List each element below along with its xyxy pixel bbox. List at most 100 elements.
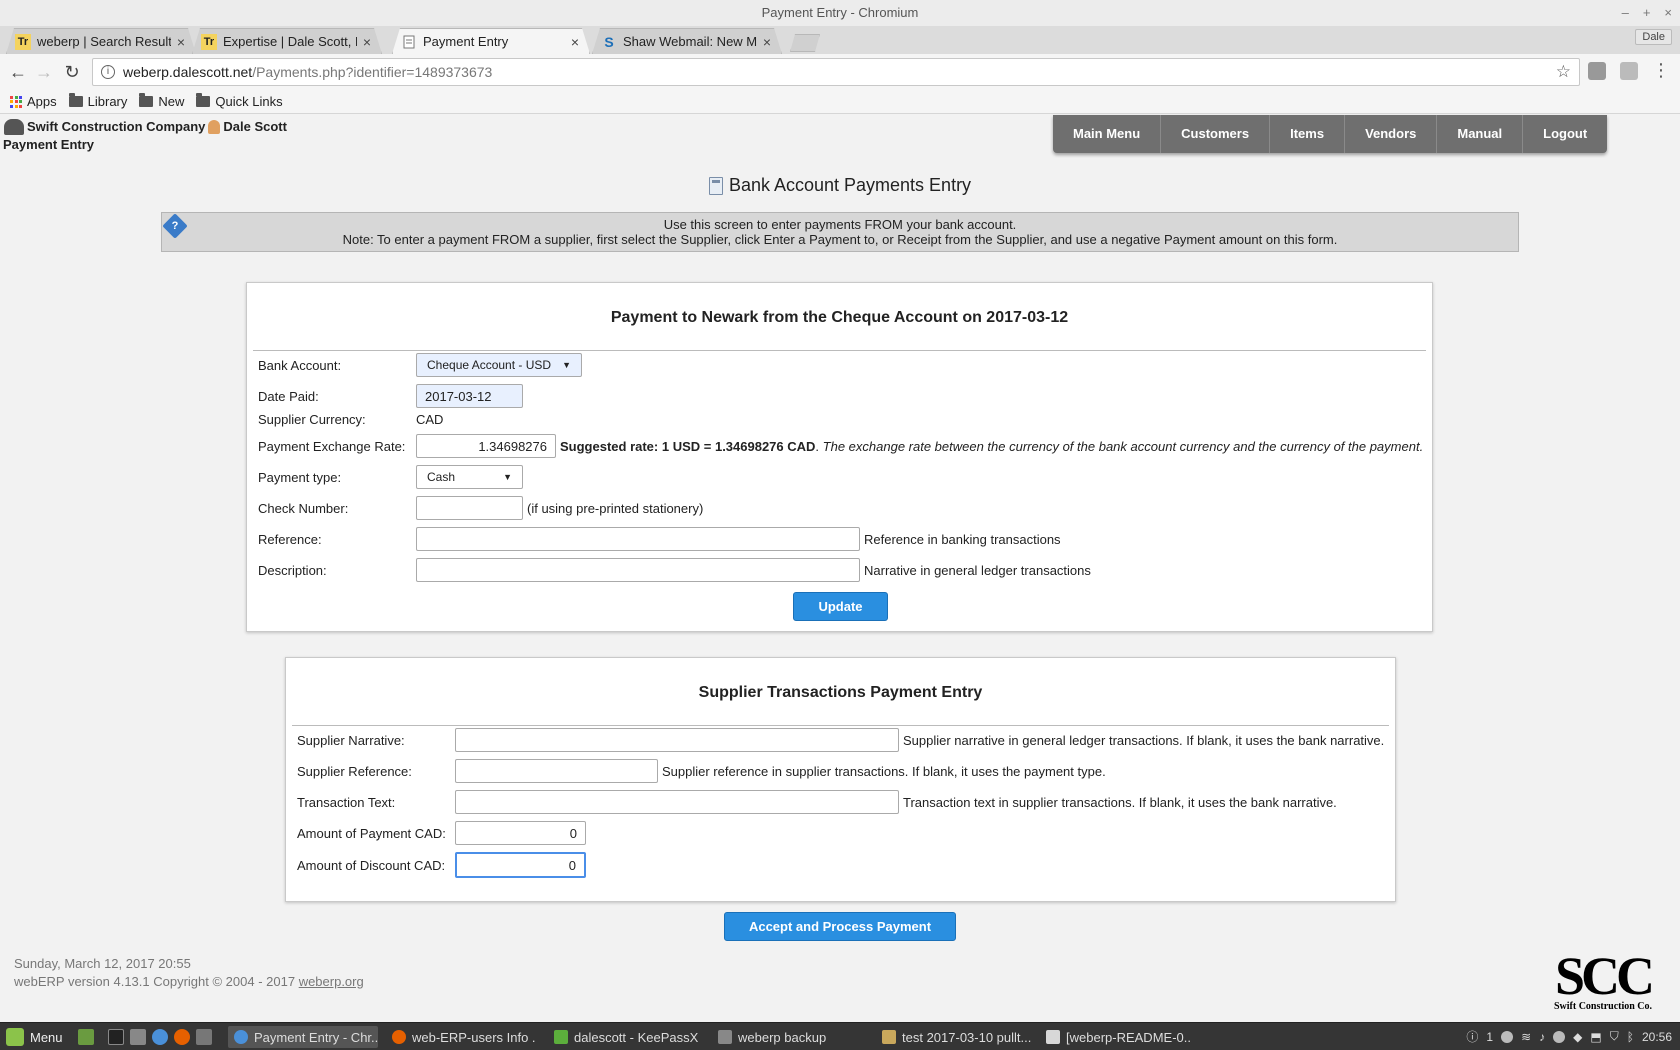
task-label: test 2017-03-10 pullt...: [902, 1029, 1032, 1045]
nav-manual[interactable]: Manual: [1437, 115, 1524, 153]
dropdown-caret-icon: ▼: [503, 472, 512, 482]
clipboard-icon[interactable]: [1553, 1030, 1566, 1043]
nav-customers[interactable]: Customers: [1161, 115, 1271, 153]
transaction-text-input[interactable]: [455, 790, 899, 814]
minimize-icon[interactable]: –: [1622, 0, 1629, 26]
start-menu-label: Menu: [30, 1029, 63, 1045]
payment-type-select[interactable]: Cash ▼: [416, 465, 523, 489]
task-weberp-backup[interactable]: weberp backup: [712, 1026, 862, 1048]
version-text: webERP version 4.13.1 Copyright © 2004 -…: [14, 974, 299, 989]
task-keepassx[interactable]: dalescott - KeePassX: [548, 1026, 698, 1048]
task-label: web-ERP-users Info ...: [412, 1029, 536, 1045]
firefox-icon[interactable]: [174, 1029, 190, 1045]
extension-icon[interactable]: [1620, 62, 1638, 80]
supplier-narrative-input[interactable]: [455, 728, 899, 752]
bookmark-apps[interactable]: Apps: [10, 94, 57, 109]
close-tab-icon[interactable]: ×: [363, 34, 371, 50]
close-window-icon[interactable]: ×: [1664, 0, 1672, 26]
task-payment-entry[interactable]: Payment Entry - Chr...: [228, 1026, 378, 1048]
tab-label: weberp | Search Result: [37, 34, 171, 49]
supplier-reference-input[interactable]: [455, 759, 658, 783]
update-button[interactable]: Update: [793, 592, 888, 621]
profile-button[interactable]: Dale: [1635, 29, 1672, 45]
accept-process-payment-button[interactable]: Accept and Process Payment: [724, 912, 956, 941]
dropbox-icon[interactable]: ◆: [1573, 1030, 1582, 1044]
nav-main-menu[interactable]: Main Menu: [1053, 115, 1162, 153]
close-tab-icon[interactable]: ×: [177, 34, 185, 50]
bluetooth-icon[interactable]: ᛒ: [1627, 1030, 1634, 1044]
supplier-reference-row: Supplier Reference: Supplier reference i…: [297, 759, 1106, 783]
user-icon[interactable]: [1501, 1030, 1514, 1043]
firefox-icon: [392, 1030, 406, 1044]
nav-items[interactable]: Items: [1270, 115, 1346, 153]
supplier-narrative-row: Supplier Narrative: Supplier narrative i…: [297, 728, 1384, 752]
notification-icon[interactable]: ⓘ: [1466, 1028, 1478, 1045]
bookmark-library[interactable]: Library: [68, 93, 127, 109]
footer-date: Sunday, March 12, 2017 20:55: [14, 956, 191, 971]
show-desktop-icon[interactable]: [78, 1029, 94, 1045]
update-icon[interactable]: ⬒: [1590, 1030, 1601, 1044]
apps-grid-icon: [10, 95, 22, 108]
extension-icon[interactable]: [1588, 62, 1606, 80]
bookmark-quick-links[interactable]: Quick Links: [196, 93, 283, 109]
maximize-icon[interactable]: +: [1643, 0, 1651, 26]
terminal-icon[interactable]: [108, 1029, 124, 1045]
supplier-currency-value: CAD: [416, 411, 444, 427]
description-hint: Narrative in general ledger transactions: [864, 562, 1091, 578]
weberp-link[interactable]: weberp.org: [299, 974, 364, 989]
tab-weberp-search[interactable]: Tr weberp | Search Result ×: [6, 28, 196, 54]
note-line-2: Note: To enter a payment FROM a supplier…: [342, 232, 1338, 247]
bookmark-new[interactable]: New: [139, 93, 184, 109]
check-number-input[interactable]: [416, 496, 523, 520]
company-name[interactable]: Swift Construction Company: [27, 117, 205, 137]
reference-label: Reference:: [258, 531, 322, 547]
keepassx-icon: [554, 1030, 568, 1044]
discount-amount-row: Amount of Discount CAD: 0: [297, 852, 586, 878]
nav-vendors[interactable]: Vendors: [1345, 115, 1438, 153]
browser-menu-icon[interactable]: ⋮: [1652, 60, 1670, 81]
address-bar[interactable]: i weberp.dalescott.net/Payments.php?iden…: [92, 58, 1580, 86]
start-menu-button[interactable]: Menu: [6, 1028, 63, 1046]
reload-icon[interactable]: ↻: [60, 60, 84, 84]
close-tab-icon[interactable]: ×: [763, 34, 771, 50]
file-manager-icon[interactable]: [130, 1029, 146, 1045]
payment-amount-input[interactable]: 0: [455, 821, 586, 845]
tab-shaw-webmail[interactable]: S Shaw Webmail: New Me ×: [592, 28, 782, 54]
screenshot-icon[interactable]: [196, 1029, 212, 1045]
reference-input[interactable]: [416, 527, 860, 551]
shield-icon[interactable]: ⛉: [1610, 1029, 1619, 1044]
volume-icon[interactable]: ♪: [1539, 1030, 1545, 1044]
bank-account-select[interactable]: Cheque Account - USD ▼: [416, 353, 582, 377]
wifi-icon[interactable]: ≋: [1521, 1030, 1531, 1044]
supplier-narrative-label: Supplier Narrative:: [297, 732, 405, 748]
discount-amount-input[interactable]: 0: [455, 852, 586, 878]
folder-icon: [68, 93, 83, 107]
description-input[interactable]: [416, 558, 860, 582]
task-weberp-readme[interactable]: [weberp-README-0...: [1040, 1026, 1190, 1048]
bookmark-star-icon[interactable]: ☆: [1556, 62, 1571, 82]
clock[interactable]: 20:56: [1642, 1030, 1672, 1044]
chromium-icon[interactable]: [152, 1029, 168, 1045]
tab-expertise[interactable]: Tr Expertise | Dale Scott, P ×: [192, 28, 382, 54]
back-icon[interactable]: ←: [6, 60, 30, 84]
close-tab-icon[interactable]: ×: [571, 34, 579, 50]
calculator-icon: [708, 176, 723, 195]
task-web-erp-users[interactable]: web-ERP-users Info ...: [386, 1026, 536, 1048]
divider: [292, 725, 1389, 726]
forward-icon[interactable]: →: [32, 60, 56, 84]
suggested-rate: Suggested rate: 1 USD = 1.34698276 CAD. …: [560, 438, 1424, 454]
check-number-label: Check Number:: [258, 500, 349, 516]
new-tab-button[interactable]: [790, 34, 820, 52]
user-name[interactable]: Dale Scott: [223, 117, 287, 137]
exchange-rate-label: Payment Exchange Rate:: [258, 438, 406, 454]
nav-logout[interactable]: Logout: [1523, 115, 1607, 153]
exchange-rate-input[interactable]: 1.34698276: [416, 434, 556, 458]
supplier-reference-label: Supplier Reference:: [297, 763, 412, 779]
bookmark-label: Quick Links: [215, 94, 283, 109]
date-paid-input[interactable]: 2017-03-12: [416, 384, 523, 408]
logo-letters: SCC: [1554, 946, 1655, 1006]
info-icon[interactable]: i: [101, 65, 115, 79]
task-test-pull[interactable]: test 2017-03-10 pullt...: [876, 1026, 1036, 1048]
tab-payment-entry[interactable]: Payment Entry ×: [392, 28, 590, 54]
supplier-heading: Supplier Transactions Payment Entry: [698, 684, 983, 701]
